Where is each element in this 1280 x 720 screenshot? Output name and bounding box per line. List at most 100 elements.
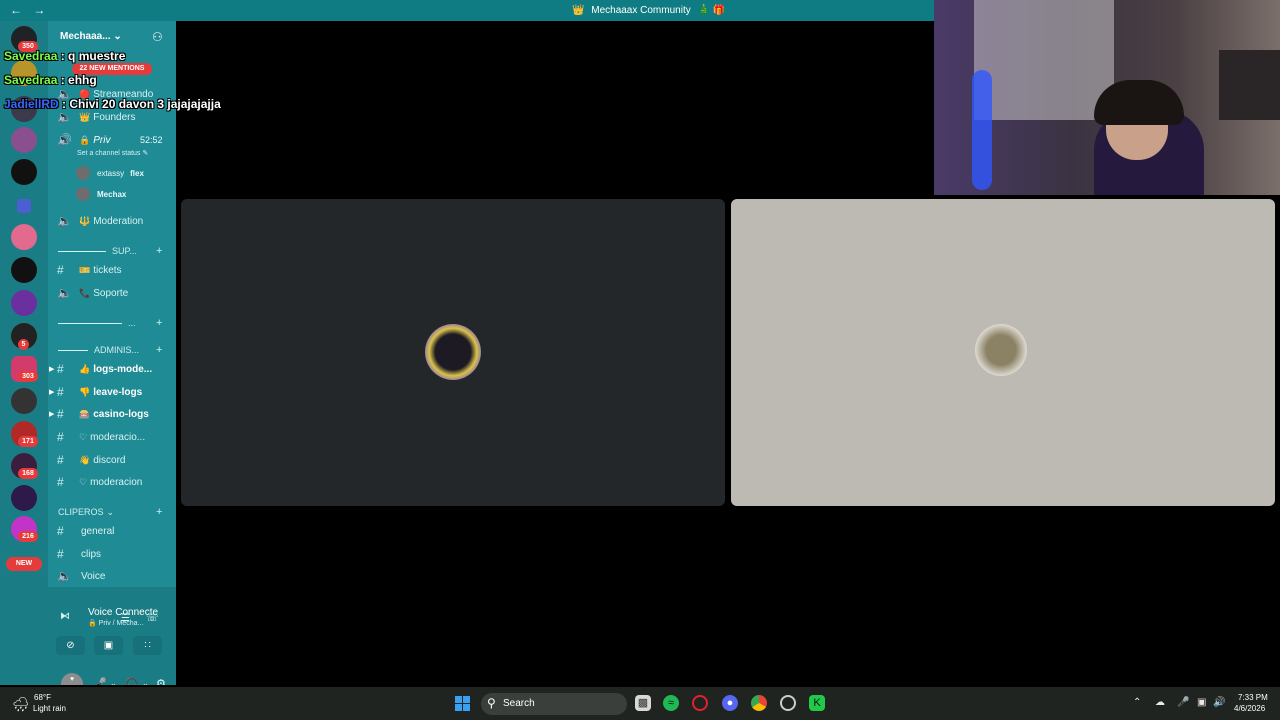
server-icon[interactable] — [11, 290, 37, 316]
forward-arrow-icon[interactable]: → — [33, 3, 45, 17]
hash-icon: # — [57, 524, 64, 538]
trident-icon: 🔱 — [79, 215, 91, 226]
hash-icon: # — [57, 547, 64, 561]
category-cliperos[interactable]: CLIPEROS ⌄ + — [58, 505, 162, 519]
hash-icon: # — [57, 385, 64, 399]
chevron-down-icon[interactable]: ⌄ — [110, 679, 117, 685]
steam-icon[interactable] — [780, 695, 796, 711]
participant-tile[interactable] — [731, 199, 1275, 506]
volume-icon[interactable]: 🔊 — [1213, 697, 1225, 708]
channel-label: leave-logs — [93, 386, 143, 398]
server-icon[interactable] — [11, 257, 37, 283]
hash-icon: # — [57, 362, 64, 376]
back-arrow-icon[interactable]: ← — [10, 3, 22, 17]
channel-label: Founders — [93, 111, 136, 123]
channel-priv[interactable]: 🔊 🔒 Priv — [57, 131, 110, 149]
channel-label: casino-logs — [93, 408, 149, 420]
speaker-icon: 🔈 — [57, 569, 72, 583]
channel-label: general — [81, 525, 115, 537]
disconnect-icon[interactable]: ☏ — [146, 613, 159, 624]
status-icon: ♥ — [70, 676, 75, 683]
participant-avatar — [975, 324, 1027, 376]
chat-username: JadielIRD — [4, 97, 59, 111]
chrome-icon[interactable] — [751, 695, 767, 711]
server-icon[interactable] — [11, 224, 37, 250]
channel-discord[interactable]: # 👋 discord — [57, 451, 125, 469]
chevron-up-icon[interactable]: ⌃ — [1133, 697, 1141, 708]
server-name[interactable]: Mechaaa... ⌄ — [60, 31, 122, 42]
category-divider — [58, 349, 88, 351]
category-divider — [58, 250, 106, 252]
channel-voice[interactable]: 🔈 Voice — [57, 567, 105, 585]
server-name-text: Mechaaa... — [60, 31, 111, 42]
camera-off-button[interactable]: ⊘ — [56, 636, 85, 655]
opera-icon[interactable] — [692, 695, 708, 711]
noise-suppression-icon[interactable]: ☰ — [121, 613, 130, 624]
server-badge: 5 — [18, 339, 29, 350]
weather-desc[interactable]: Light rain — [33, 704, 66, 713]
channel-soporte[interactable]: 🔈 📞 Soporte — [57, 284, 128, 302]
channel-general[interactable]: # general — [57, 522, 114, 540]
category-admin[interactable]: ADMINIS... + — [58, 343, 162, 357]
weather-icon[interactable]: 🌧 — [12, 696, 30, 713]
window-title-text: Mechaaax Community — [591, 5, 691, 16]
voice-connected-subtitle[interactable]: 🔒 Priv / Mecha... — [88, 619, 143, 627]
spotify-icon[interactable]: ≈ — [663, 695, 679, 711]
channel-moderacion[interactable]: # ♡ moderacion — [57, 473, 142, 491]
windows-taskbar: 🌧 68°F Light rain ⚲ Search ▩ ≈ ● K ⌃ ☁ 🎤… — [0, 687, 1280, 720]
set-channel-status[interactable]: Set a channel status ✎ — [77, 149, 148, 157]
category-sup[interactable]: SUP... + — [58, 244, 162, 258]
channel-label: moderacio... — [90, 431, 146, 443]
clock-time[interactable]: 7:33 PM — [1238, 693, 1268, 702]
lock-icon: 🔒 — [88, 620, 97, 627]
onedrive-icon[interactable]: ☁ — [1155, 697, 1165, 708]
category-unnamed[interactable]: ... + — [58, 316, 162, 330]
channel-tickets[interactable]: # 🎫 tickets — [57, 261, 122, 279]
plus-icon[interactable]: + — [156, 344, 162, 356]
channel-casino-logs[interactable]: ▶ # 🎰 casino-logs — [49, 405, 149, 423]
voice-member[interactable]: Mechax — [76, 186, 126, 202]
display-icon[interactable]: ▣ — [1197, 697, 1206, 708]
channel-moderation[interactable]: 🔈 🔱 Moderation — [57, 212, 143, 230]
microphone-icon[interactable]: 🎤 — [93, 677, 107, 685]
headphones-icon[interactable]: 🎧 — [125, 677, 139, 685]
microphone-icon[interactable]: 🎤 — [1177, 697, 1189, 708]
weather-temp[interactable]: 68°F — [34, 693, 51, 702]
channel-logs-mode[interactable]: ▶ # 👍 logs-mode... — [49, 360, 152, 378]
add-member-icon[interactable]: ⚇ — [152, 30, 163, 44]
channel-label: moderacion — [90, 476, 143, 488]
channel-leave-logs[interactable]: ▶ # 👎 leave-logs — [49, 383, 143, 401]
webcam-blue-light — [972, 70, 992, 190]
server-icon[interactable] — [11, 388, 37, 414]
chat-message: Savedraa : q muestre — [4, 49, 125, 65]
plus-icon[interactable]: + — [156, 317, 162, 329]
discord-icon[interactable]: ● — [722, 695, 738, 711]
taskbar-search[interactable]: ⚲ Search — [481, 693, 627, 715]
participant-tile[interactable] — [181, 199, 725, 506]
participant-avatar — [425, 324, 481, 380]
server-icon[interactable] — [11, 127, 37, 153]
window-title: 👑 Mechaaax Community 🎄 🎁 — [572, 5, 725, 16]
voice-timer: 52:52 — [140, 135, 163, 145]
channel-moderacio[interactable]: # ♡ moderacio... — [57, 428, 145, 446]
kick-icon[interactable]: K — [809, 695, 825, 711]
channel-label: discord — [93, 454, 126, 466]
chevron-down-icon[interactable]: ⌄ — [142, 679, 149, 685]
channel-label: Soporte — [93, 287, 129, 299]
voice-member[interactable]: extassy flex — [76, 165, 144, 181]
plus-icon[interactable]: + — [156, 245, 162, 257]
clock-date[interactable]: 4/6/2026 — [1234, 704, 1265, 713]
screen-share-button[interactable]: ▣ — [94, 636, 123, 655]
server-icon[interactable] — [11, 159, 37, 185]
task-view-icon[interactable]: ▩ — [635, 695, 651, 711]
server-icon[interactable] — [11, 485, 37, 511]
gear-icon[interactable]: ⚙ — [156, 677, 166, 685]
plus-icon[interactable]: + — [156, 506, 162, 518]
folder-icon[interactable] — [17, 199, 31, 213]
casino-icon: 🎰 — [79, 408, 91, 419]
hash-icon: # — [57, 430, 64, 444]
windows-start-icon[interactable] — [455, 696, 470, 711]
activities-button[interactable]: ∷ — [133, 636, 162, 655]
hash-icon: # — [57, 263, 64, 277]
channel-clips[interactable]: # clips — [57, 545, 101, 563]
